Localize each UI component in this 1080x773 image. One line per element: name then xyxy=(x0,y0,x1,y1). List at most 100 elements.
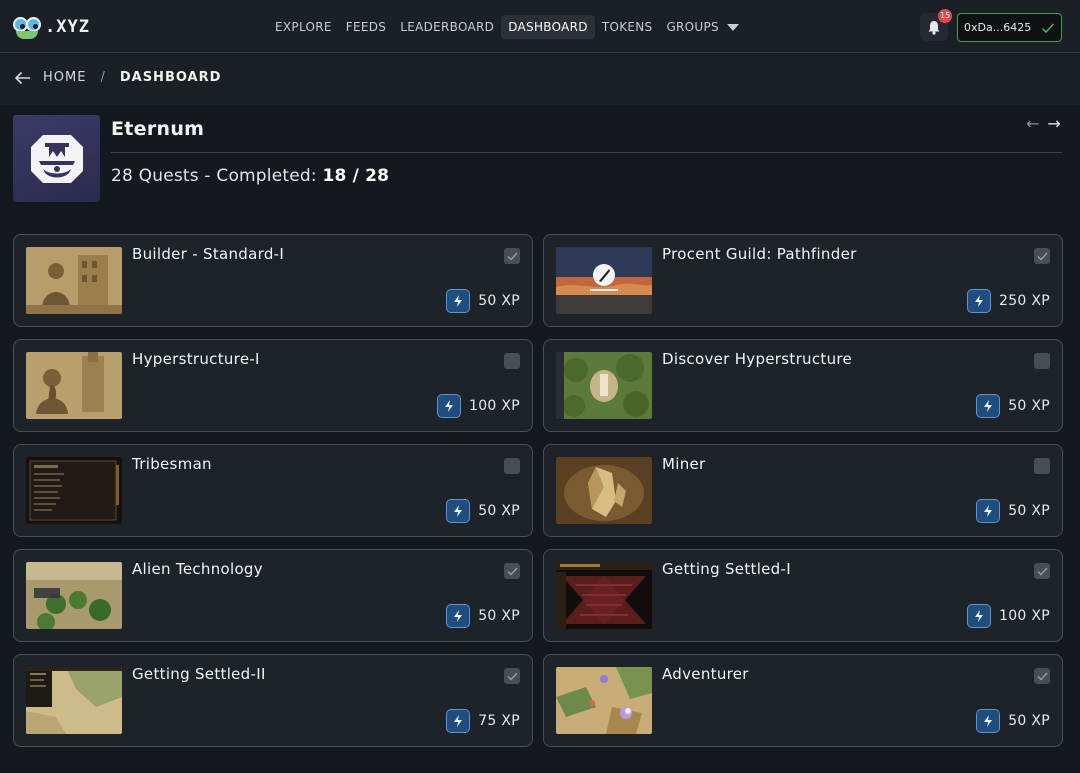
xp-amount: 50 XP xyxy=(1008,398,1050,414)
quest-thumbnail xyxy=(556,562,652,629)
quest-thumbnail xyxy=(26,562,122,629)
quest-card[interactable]: Getting Settled-I 100 XP xyxy=(543,549,1063,642)
quest-card[interactable]: Procent Guild: Pathfinder 250 XP xyxy=(543,234,1063,327)
wallet-button[interactable]: 0xDa...6425 xyxy=(957,13,1062,42)
completed-checkbox xyxy=(1034,563,1050,579)
nav-feeds[interactable]: FEEDS xyxy=(339,15,393,39)
quest-title: Adventurer xyxy=(662,665,749,683)
xp-reward: 50 XP xyxy=(446,289,520,313)
lightning-icon xyxy=(976,394,1001,418)
xp-amount: 100 XP xyxy=(468,398,520,414)
xp-amount: 100 XP xyxy=(998,608,1050,624)
incomplete-checkbox xyxy=(504,353,520,369)
xp-amount: 50 XP xyxy=(1008,503,1050,519)
xp-amount: 50 XP xyxy=(478,293,520,309)
breadcrumb-home[interactable]: HOME xyxy=(43,70,86,85)
quest-progress-label: 28 Quests - Completed: xyxy=(111,166,323,186)
breadcrumb-current: DASHBOARD xyxy=(119,70,222,85)
logo[interactable]: .XYZ xyxy=(13,14,90,40)
quest-card[interactable]: Tribesman 50 XP xyxy=(13,444,533,537)
quest-card[interactable]: Adventurer 50 XP xyxy=(543,654,1063,747)
lightning-icon xyxy=(446,604,471,628)
xp-amount: 50 XP xyxy=(478,608,520,624)
logo-icon xyxy=(13,14,43,40)
project-logo xyxy=(13,115,100,202)
quest-thumbnail xyxy=(26,352,122,419)
chevron-down-icon xyxy=(726,24,739,31)
checkmark-icon xyxy=(1041,22,1055,33)
quest-progress: 28 Quests - Completed: 18 / 28 xyxy=(111,166,389,186)
quest-title: Tribesman xyxy=(132,455,212,473)
xp-reward: 100 XP xyxy=(966,604,1050,628)
prev-arrow-icon[interactable]: ← xyxy=(1026,114,1039,133)
quest-card[interactable]: Alien Technology 50 XP xyxy=(13,549,533,642)
completed-checkbox xyxy=(1034,668,1050,684)
xp-reward: 50 XP xyxy=(976,394,1050,418)
next-arrow-icon[interactable]: → xyxy=(1047,114,1060,133)
xp-amount: 250 XP xyxy=(998,293,1050,309)
quest-thumbnail xyxy=(26,247,122,314)
lightning-icon xyxy=(446,709,471,733)
lightning-icon xyxy=(966,604,991,628)
quest-card[interactable]: Miner 50 XP xyxy=(543,444,1063,537)
quest-title: Builder - Standard-I xyxy=(132,245,285,263)
nav-explore[interactable]: EXPLORE xyxy=(268,15,339,39)
back-arrow-icon[interactable] xyxy=(14,71,31,85)
lightning-icon xyxy=(966,289,991,313)
progress-slash: / xyxy=(346,166,366,186)
quest-card[interactable]: Getting Settled-II 75 XP xyxy=(13,654,533,747)
quest-thumbnail xyxy=(26,667,122,734)
lightning-icon xyxy=(446,289,471,313)
bell-icon xyxy=(928,20,940,35)
quest-title: Miner xyxy=(662,455,706,473)
quest-thumbnail xyxy=(556,457,652,524)
quest-title: Alien Technology xyxy=(132,560,263,578)
nav-tokens[interactable]: TOKENS xyxy=(595,15,660,39)
top-navbar: .XYZ EXPLORE FEEDS LEADERBOARD DASHBOARD… xyxy=(0,0,1080,53)
completed-count: 18 xyxy=(322,166,347,186)
header-divider xyxy=(111,152,1062,153)
xp-reward: 75 XP xyxy=(446,709,520,733)
nav-dashboard[interactable]: DASHBOARD xyxy=(501,15,595,39)
incomplete-checkbox xyxy=(1034,353,1050,369)
completed-checkbox xyxy=(504,248,520,264)
incomplete-checkbox xyxy=(504,458,520,474)
xp-amount: 50 XP xyxy=(478,503,520,519)
quest-title: Getting Settled-I xyxy=(662,560,791,578)
quest-card[interactable]: Hyperstructure-I 100 XP xyxy=(13,339,533,432)
quest-title: Procent Guild: Pathfinder xyxy=(662,245,857,263)
completed-checkbox xyxy=(1034,248,1050,264)
eternum-crest-icon xyxy=(30,134,83,183)
completed-checkbox xyxy=(504,668,520,684)
nav-leaderboard[interactable]: LEADERBOARD xyxy=(393,15,501,39)
quest-card[interactable]: Builder - Standard-I 50 XP xyxy=(13,234,533,327)
total-count: 28 xyxy=(365,166,390,186)
incomplete-checkbox xyxy=(1034,458,1050,474)
checkmark-icon xyxy=(507,672,518,681)
checkmark-icon xyxy=(1037,252,1048,261)
quest-card[interactable]: Discover Hyperstructure 50 XP xyxy=(543,339,1063,432)
xp-reward: 100 XP xyxy=(436,394,520,418)
checkmark-icon xyxy=(1037,567,1048,576)
quest-title: Discover Hyperstructure xyxy=(662,350,853,368)
project-pager: ← → xyxy=(1018,114,1061,133)
xp-reward: 50 XP xyxy=(976,499,1050,523)
quest-thumbnail xyxy=(26,457,122,524)
breadcrumb-bar: HOME / DASHBOARD xyxy=(0,54,1080,105)
nav-groups[interactable]: GROUPS xyxy=(659,15,746,39)
xp-reward: 50 XP xyxy=(446,499,520,523)
breadcrumb-separator: / xyxy=(100,70,106,85)
breadcrumb: HOME / DASHBOARD xyxy=(14,70,221,85)
checkmark-icon xyxy=(507,567,518,576)
xp-amount: 50 XP xyxy=(1008,713,1050,729)
notification-count-badge: 15 xyxy=(938,9,953,23)
quest-thumbnail xyxy=(556,352,652,419)
logo-text: .XYZ xyxy=(45,17,90,37)
wallet-address: 0xDa...6425 xyxy=(964,21,1032,34)
lightning-icon xyxy=(976,709,1001,733)
main-nav: EXPLORE FEEDS LEADERBOARD DASHBOARD TOKE… xyxy=(268,13,746,41)
xp-reward: 250 XP xyxy=(966,289,1050,313)
notifications-button[interactable]: 15 xyxy=(920,9,953,41)
completed-checkbox xyxy=(504,563,520,579)
quest-thumbnail xyxy=(556,667,652,734)
